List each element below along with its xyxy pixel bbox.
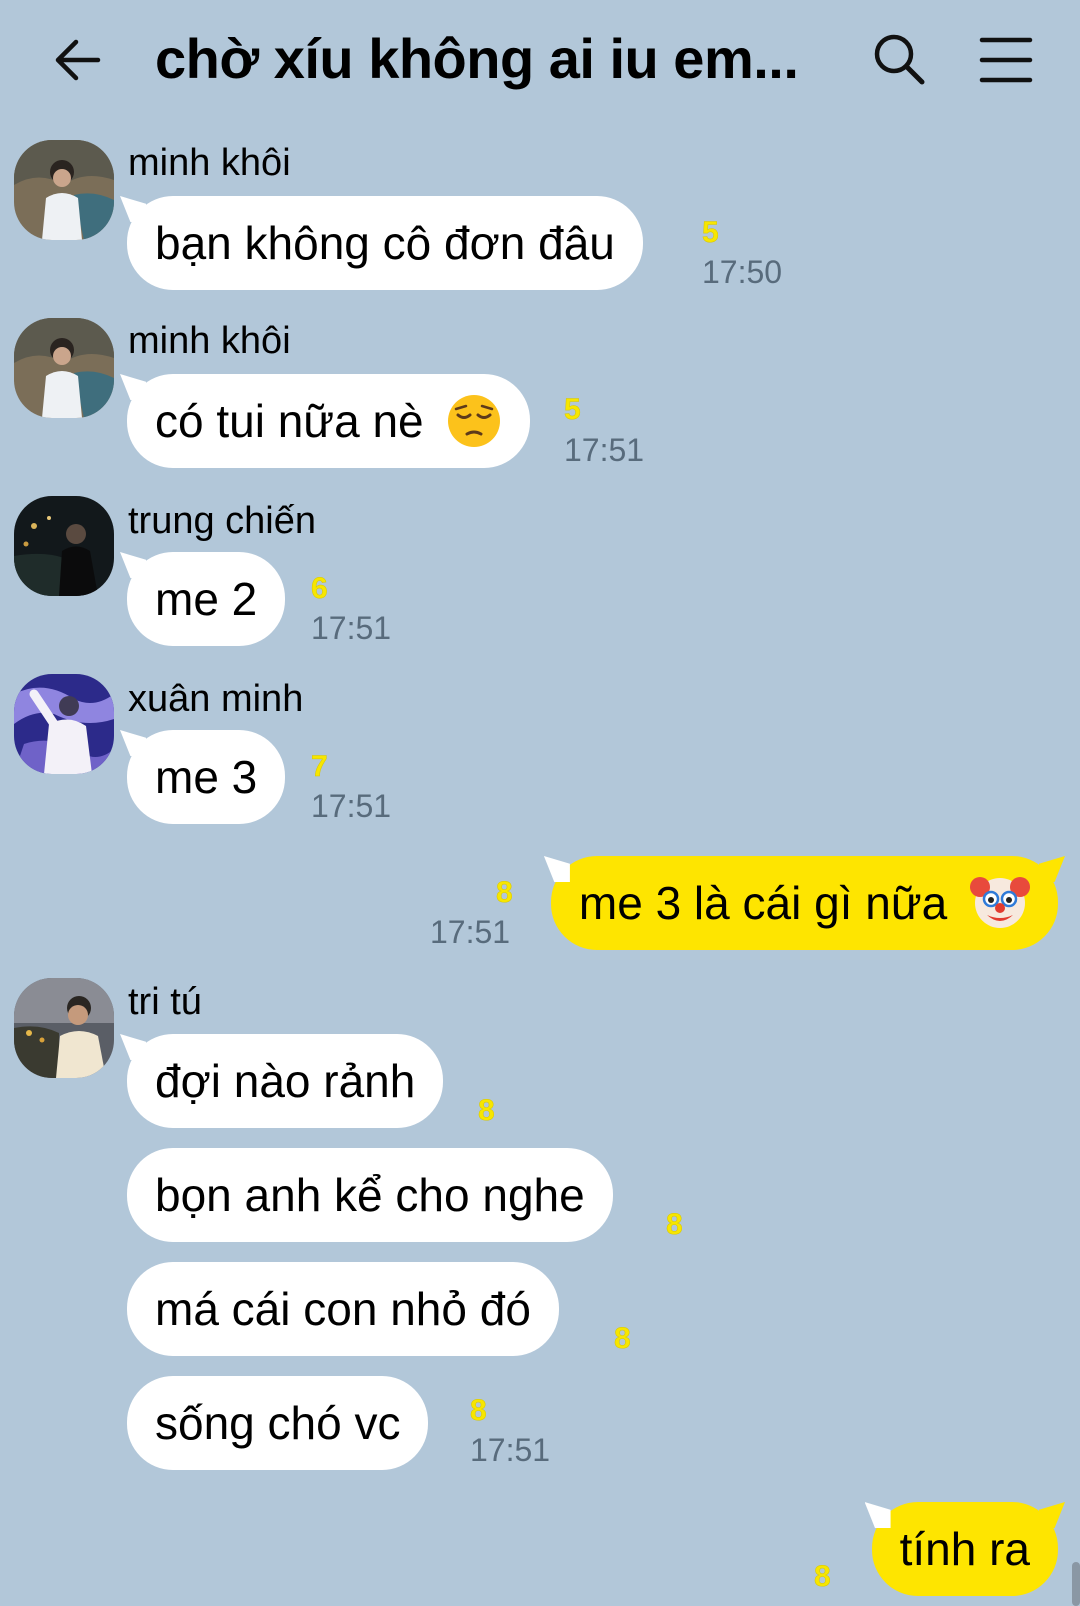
unread-count: 8 <box>470 1394 487 1428</box>
message-bubble[interactable]: me 2 <box>127 552 286 646</box>
unread-count: 6 <box>311 572 328 606</box>
message-bubble[interactable]: sống chó vc <box>127 1376 429 1470</box>
sender-name: trung chiến <box>128 500 317 542</box>
message-text: sống chó vc <box>155 1397 401 1449</box>
sender-name: xuân minh <box>128 678 304 720</box>
chat-header: chờ xíu không ai iu em... <box>0 0 1080 130</box>
message-time: 17:50 <box>702 254 783 290</box>
message-bubble[interactable]: bọn anh kể cho nghe <box>127 1148 613 1242</box>
menu-button[interactable] <box>978 34 1034 86</box>
my-message-bubble[interactable]: tính ra <box>871 1502 1058 1596</box>
unread-count: 8 <box>666 1208 683 1242</box>
unread-count: 8 <box>614 1322 631 1356</box>
avatar-trung-chien[interactable] <box>14 496 114 596</box>
message-bubble[interactable]: me 3 <box>127 730 286 824</box>
pensive-face-emoji <box>448 394 501 447</box>
sender-name: minh khôi <box>128 320 291 362</box>
avatar-minh-khoi[interactable] <box>14 140 114 240</box>
message-text: me 3 <box>155 751 258 803</box>
search-icon <box>874 34 925 85</box>
message-bubble[interactable]: đợi nào rảnh <box>127 1034 444 1128</box>
unread-count: 8 <box>478 1094 495 1128</box>
unread-count: 5 <box>702 216 719 250</box>
message-time: 17:51 <box>430 914 511 950</box>
message-bubble[interactable]: bạn không cô đơn đâu <box>127 196 643 290</box>
avatar-xuan-minh[interactable] <box>14 674 114 774</box>
message-text: đợi nào rảnh <box>155 1055 416 1107</box>
unread-count: 8 <box>814 1560 831 1594</box>
message-text: tính ra <box>899 1523 1030 1575</box>
hamburger-menu-icon <box>979 37 1033 83</box>
message-text: bọn anh kể cho nghe <box>155 1169 585 1221</box>
message-time: 17:51 <box>311 788 392 824</box>
clown-face-emoji <box>970 876 1030 928</box>
message-text: me 3 là cái gì nữa <box>578 877 948 929</box>
message-time: 17:51 <box>564 432 645 468</box>
message-time: 17:51 <box>311 610 392 646</box>
message-bubble[interactable]: có tui nữa nè <box>127 374 531 468</box>
unread-count: 7 <box>311 750 328 784</box>
unread-count: 5 <box>564 393 581 427</box>
message-text: bạn không cô đơn đâu <box>155 217 615 269</box>
message-text: có tui nữa nè <box>155 395 424 447</box>
chat-title[interactable]: chờ xíu không ai iu em... <box>155 26 799 91</box>
scrollbar[interactable] <box>1072 1562 1080 1606</box>
message-bubble[interactable]: má cái con nhỏ đó <box>127 1262 559 1356</box>
back-button[interactable] <box>48 30 108 90</box>
message-text: me 2 <box>155 573 258 625</box>
search-button[interactable] <box>872 32 928 88</box>
message-time: 17:51 <box>470 1432 551 1468</box>
sender-name: minh khôi <box>128 142 291 184</box>
sender-name: tri tú <box>128 981 202 1023</box>
avatar-minh-khoi[interactable] <box>14 318 114 418</box>
message-text: má cái con nhỏ đó <box>155 1283 531 1335</box>
avatar-tri-tu[interactable] <box>14 978 114 1078</box>
unread-count: 8 <box>496 876 513 910</box>
arrow-left-icon <box>55 39 101 81</box>
my-message-bubble[interactable]: me 3 là cái gì nữa <box>550 856 1058 950</box>
